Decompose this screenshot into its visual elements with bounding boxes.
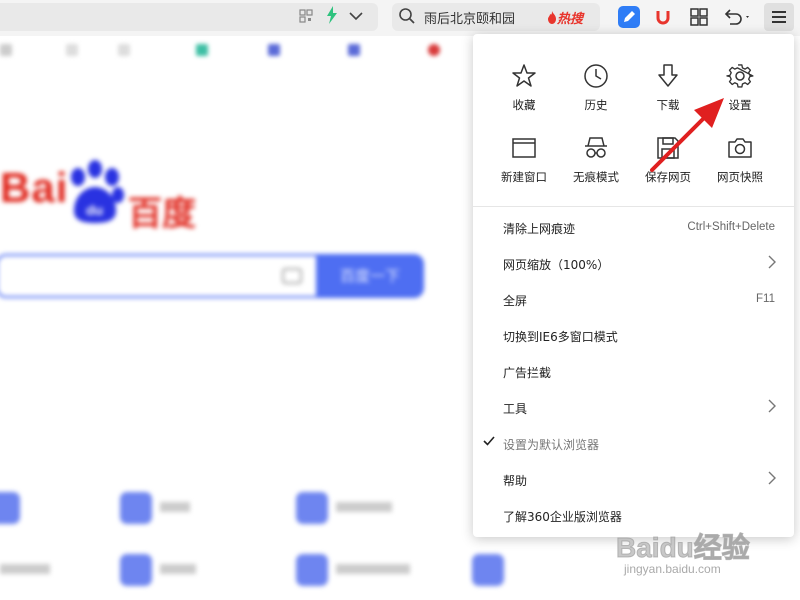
menu-incognito[interactable]: 无痕模式 — [560, 134, 632, 194]
chevron-right-icon — [768, 399, 776, 417]
undo-icon[interactable] — [722, 6, 749, 28]
baidu-jingyan-watermark: Baidu经验 jingyan.baidu.com — [612, 520, 762, 580]
search-box[interactable]: 雨后北京颐和园 热搜 — [392, 3, 600, 31]
hot-search-label: 热搜 — [557, 12, 584, 27]
bookmarks-bar — [0, 36, 480, 64]
menu-settings[interactable]: 设置 — [704, 62, 776, 122]
menu-icon[interactable] — [764, 3, 794, 31]
menu-item-label: 网页缩放（100%） — [503, 258, 610, 272]
pen-icon[interactable] — [618, 6, 640, 28]
gear-icon — [726, 64, 754, 88]
checkmark-icon — [482, 434, 496, 452]
menu-item-label: 了解360企业版浏览器 — [503, 510, 622, 524]
baidu-search-button[interactable]: 百度一下 — [316, 254, 424, 298]
menu-history-label: 历史 — [584, 98, 608, 112]
shortcut-tile[interactable] — [472, 554, 504, 586]
chevron-right-icon — [768, 255, 776, 273]
baidu-logo-cn: 百度 — [128, 194, 196, 234]
tile-label — [160, 564, 196, 574]
clock-icon — [584, 64, 608, 88]
menu-item-adblock[interactable]: 广告拦截 — [473, 354, 794, 390]
shortcut-tile[interactable] — [296, 554, 328, 586]
watermark-sub: jingyan.baidu.com — [624, 562, 721, 576]
download-icon — [658, 64, 678, 87]
menu-save-page[interactable]: 保存网页 — [632, 134, 704, 194]
save-icon — [657, 137, 679, 159]
magnet-icon[interactable] — [652, 6, 674, 28]
menu-new-window[interactable]: 新建窗口 — [488, 134, 560, 194]
menu-item-clear-history[interactable]: 清除上网痕迹 Ctrl+Shift+Delete — [473, 210, 794, 246]
baidu-logo-text: Bai — [0, 164, 69, 211]
menu-item-label: 切换到IE6多窗口模式 — [503, 330, 618, 344]
menu-item-help[interactable]: 帮助 — [473, 462, 794, 498]
menu-item-label: 全屏 — [503, 294, 528, 308]
chevron-down-icon[interactable] — [348, 5, 364, 31]
menu-item-label: 帮助 — [503, 474, 528, 488]
menu-history[interactable]: 历史 — [560, 62, 632, 122]
menu-new-window-label: 新建窗口 — [501, 170, 547, 184]
chevron-right-icon — [768, 471, 776, 489]
window-icon — [512, 138, 536, 158]
lightning-icon[interactable] — [326, 6, 338, 28]
address-bar[interactable] — [0, 3, 378, 31]
grid-icon[interactable] — [688, 6, 710, 28]
menu-item-label: 工具 — [503, 402, 528, 416]
menu-page-snapshot-label: 网页快照 — [717, 170, 763, 184]
menu-item-label: 清除上网痕迹 — [503, 222, 576, 236]
search-icon — [399, 8, 415, 24]
menu-downloads-label: 下载 — [656, 98, 680, 112]
shortcut-tile[interactable] — [0, 492, 20, 524]
shortcut-tile[interactable] — [120, 554, 152, 586]
hot-search-tag[interactable]: 热搜 — [547, 8, 583, 27]
menu-downloads[interactable]: 下载 — [632, 62, 704, 122]
watermark-main: Baidu经验 — [616, 532, 751, 564]
baidu-search-input[interactable] — [0, 254, 318, 298]
menu-divider — [473, 206, 794, 207]
menu-favorites-label: 收藏 — [512, 98, 536, 112]
browser-main-menu: 收藏 历史 下载 设置 新建窗口 无痕模式 保存网页 网页快照 清除上网痕迹 C… — [473, 34, 794, 537]
menu-item-tools[interactable]: 工具 — [473, 390, 794, 426]
menu-item-label: 广告拦截 — [503, 366, 552, 380]
camera-icon — [728, 138, 752, 158]
star-icon — [512, 64, 536, 87]
menu-save-page-label: 保存网页 — [645, 170, 691, 184]
menu-item-zoom[interactable]: 网页缩放（100%） — [473, 246, 794, 282]
menu-item-shortcut: F11 — [756, 293, 775, 305]
menu-item-shortcut: Ctrl+Shift+Delete — [687, 221, 775, 233]
tile-label — [0, 564, 50, 574]
menu-item-label: 设置为默认浏览器 — [503, 438, 600, 452]
menu-page-snapshot[interactable]: 网页快照 — [704, 134, 776, 194]
qr-icon[interactable] — [299, 9, 315, 25]
menu-item-set-default[interactable]: 设置为默认浏览器 — [473, 426, 794, 462]
tile-label — [336, 564, 410, 574]
search-query[interactable]: 雨后北京颐和园 — [424, 8, 515, 27]
browser-toolbar: 雨后北京颐和园 热搜 — [0, 0, 800, 36]
menu-item-ie6-mode[interactable]: 切换到IE6多窗口模式 — [473, 318, 794, 354]
shortcut-tile[interactable] — [120, 492, 152, 524]
tile-label — [160, 502, 190, 512]
menu-incognito-label: 无痕模式 — [573, 170, 619, 184]
menu-settings-label: 设置 — [728, 98, 752, 112]
shortcut-tile[interactable] — [296, 492, 328, 524]
menu-item-fullscreen[interactable]: 全屏 F11 — [473, 282, 794, 318]
incognito-icon — [585, 137, 607, 158]
tile-label — [336, 502, 392, 512]
baidu-paw-text: du — [86, 202, 103, 218]
baidu-paw-icon: du — [71, 160, 124, 223]
camera-icon[interactable] — [282, 268, 302, 284]
menu-favorites[interactable]: 收藏 — [488, 62, 560, 122]
